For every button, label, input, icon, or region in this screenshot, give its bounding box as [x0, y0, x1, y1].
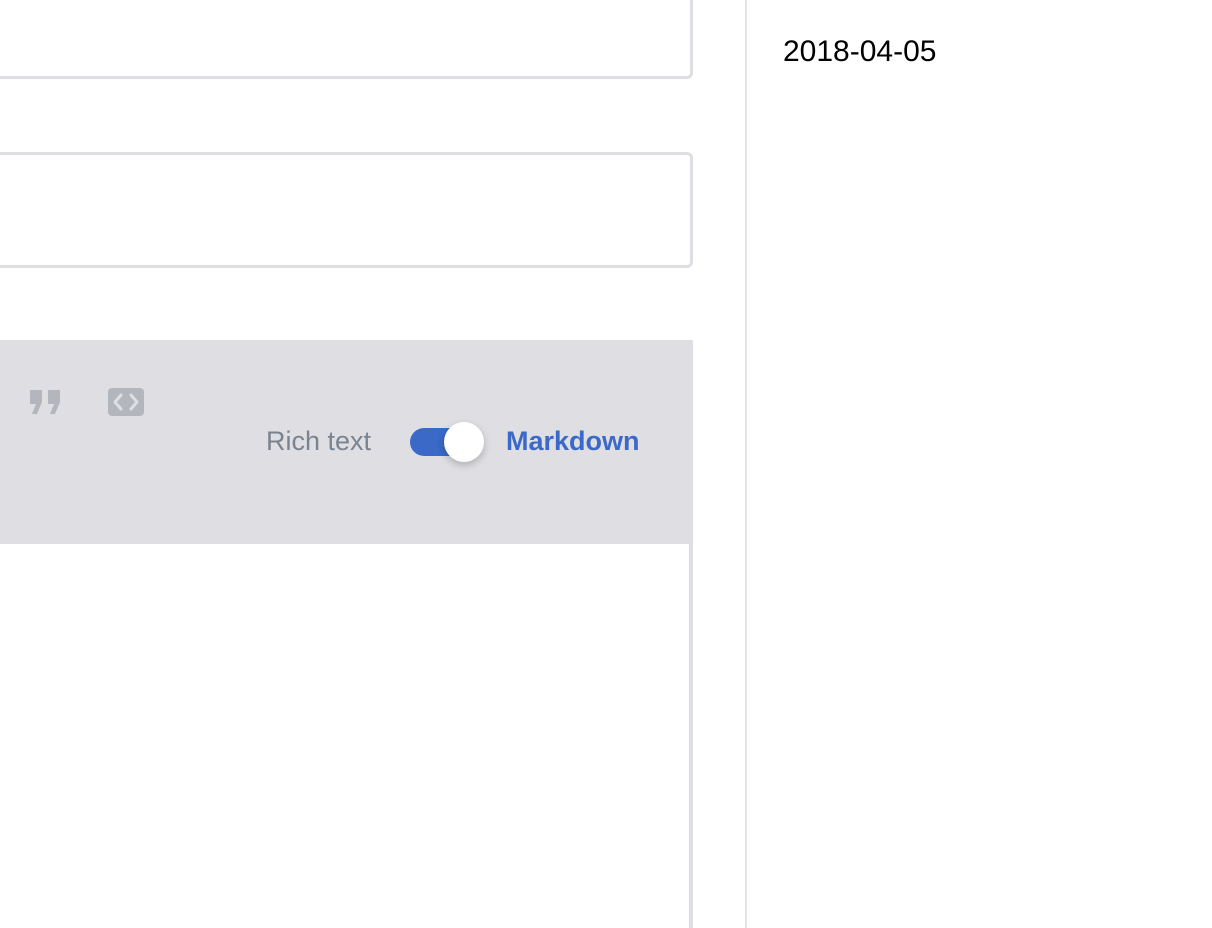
editor-mode-toggle[interactable]	[410, 422, 486, 462]
text-field[interactable]	[0, 152, 693, 268]
editor-toolbar: Rich text Markdown	[0, 340, 693, 544]
rich-text-label[interactable]: Rich text	[266, 428, 371, 455]
sidebar-date: 2018-04-05	[783, 35, 937, 68]
markdown-label[interactable]: Markdown	[506, 428, 640, 455]
editor-body[interactable]	[0, 544, 693, 928]
code-icon[interactable]	[108, 388, 144, 416]
toggle-knob	[444, 422, 484, 462]
sidebar-divider	[745, 0, 747, 928]
text-field-top[interactable]	[0, 0, 693, 79]
page: Rich text Markdown 2018-04-05	[0, 0, 1212, 928]
quote-icon[interactable]	[28, 388, 64, 416]
